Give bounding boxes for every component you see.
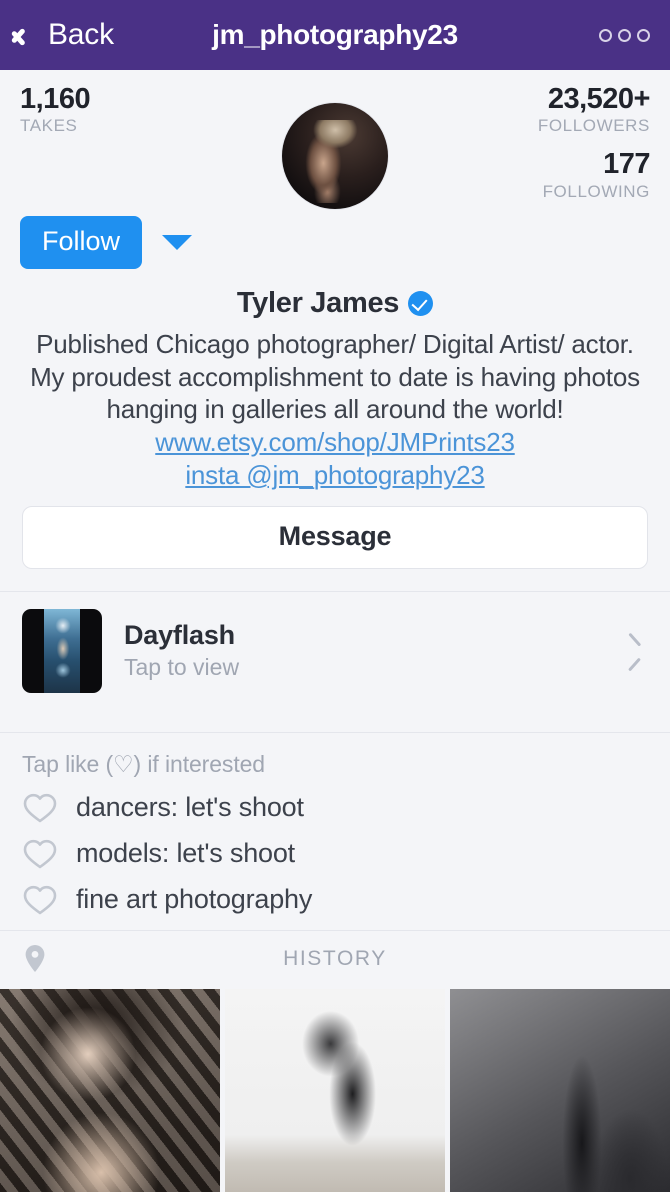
more-options-icon[interactable]: [599, 28, 650, 42]
grid-photo-0[interactable]: [0, 988, 220, 1192]
stat-followers[interactable]: 23,520+ FOLLOWERS: [450, 83, 651, 136]
following-label: FOLLOWING: [542, 181, 650, 201]
chevron-right-icon[interactable]: [626, 637, 642, 665]
interest-item-dancers[interactable]: dancers: let's shoot: [22, 792, 648, 824]
follow-button[interactable]: Follow: [20, 215, 143, 269]
stats-right-column: 23,520+ FOLLOWERS 177 FOLLOWING: [450, 83, 651, 202]
more-dot-1: [599, 28, 612, 42]
photo-grid: www.frfam.com: [0, 988, 670, 1192]
followers-label: FOLLOWERS: [537, 116, 650, 136]
story-thumbnail[interactable]: [22, 608, 102, 693]
verified-badge-icon: [408, 290, 434, 316]
back-button-label: Back: [48, 18, 114, 51]
navbar: Back jm_photography23: [0, 0, 670, 70]
story-row[interactable]: Dayflash Tap to view: [0, 592, 670, 710]
stat-following[interactable]: 177 FOLLOWING: [450, 148, 651, 201]
more-dot-2: [618, 28, 631, 42]
grid-column-middle: [225, 988, 445, 1192]
bio-text: Published Chicago photographer/ Digital …: [30, 328, 640, 425]
followers-count: 23,520+: [547, 83, 651, 115]
display-name-row: Tyler James: [0, 287, 670, 320]
tabbar: HISTORY: [0, 929, 670, 989]
back-button[interactable]: Back: [20, 18, 114, 52]
chevron-down-icon[interactable]: [162, 234, 193, 250]
heart-outline-icon[interactable]: [22, 884, 58, 916]
takes-count: 1,160: [20, 83, 91, 115]
grid-photo-1[interactable]: [225, 988, 445, 1192]
interests-section: Tap like (♡) if interested dancers: let'…: [0, 733, 670, 930]
message-button[interactable]: Message: [22, 505, 648, 569]
profile-header: 1,160 TAKES 23,520+ FOLLOWERS 177 FOLLOW…: [0, 70, 670, 269]
tap-like-hint: Tap like (♡) if interested: [22, 750, 265, 777]
interest-label: dancers: let's shoot: [76, 792, 304, 823]
follow-row: Follow: [0, 215, 670, 269]
heart-outline-icon[interactable]: [22, 838, 58, 870]
story-title: Dayflash: [124, 620, 235, 651]
interest-label: models: let's shoot: [76, 838, 295, 869]
story-text: Dayflash Tap to view: [124, 620, 604, 681]
chevron-left-icon: [20, 19, 40, 51]
avatar[interactable]: [282, 103, 388, 209]
display-name: Tyler James: [236, 286, 400, 319]
more-dot-3: [637, 28, 650, 42]
grid-photo-2[interactable]: www.frfam.com: [450, 988, 670, 1192]
bio-link-instagram[interactable]: insta @jm_photography23: [26, 459, 644, 492]
stat-takes[interactable]: 1,160 TAKES: [20, 84, 220, 136]
bio: Published Chicago photographer/ Digital …: [0, 320, 670, 492]
interest-item-fine-art[interactable]: fine art photography: [22, 884, 648, 916]
message-button-wrap: Message: [0, 492, 670, 569]
following-count: 177: [603, 148, 650, 181]
profile-screen: Back jm_photography23 1,160 TAKES 23,520…: [0, 0, 670, 1192]
takes-label: TAKES: [20, 116, 78, 136]
tab-history[interactable]: HISTORY: [0, 947, 670, 971]
interest-label: fine art photography: [76, 884, 313, 915]
heart-outline-icon[interactable]: [22, 792, 58, 824]
bio-link-etsy[interactable]: www.etsy.com/shop/JMPrints23: [26, 426, 644, 459]
avatar-portrait: [296, 119, 363, 203]
interest-item-models[interactable]: models: let's shoot: [22, 838, 648, 870]
story-subtitle: Tap to view: [124, 654, 240, 681]
